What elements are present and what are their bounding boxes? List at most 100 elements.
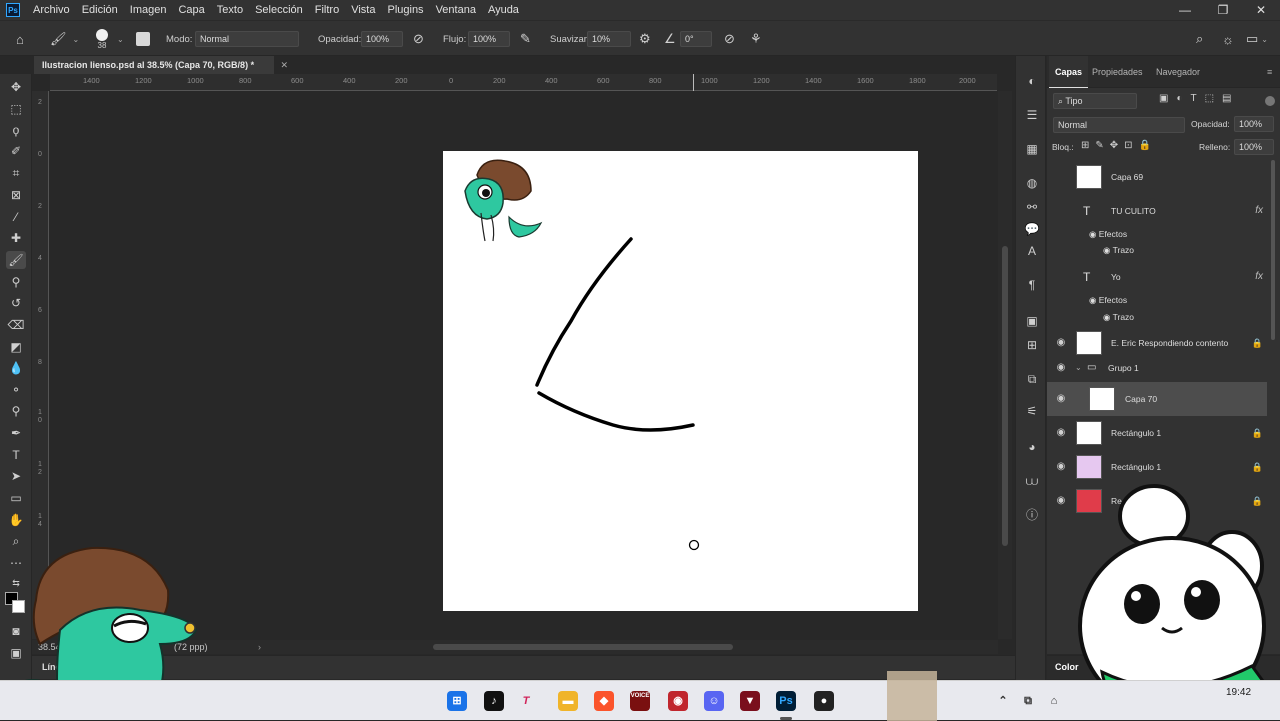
scrollbar-thumb[interactable]: [433, 644, 733, 650]
lightbulb-icon[interactable]: ☼: [1222, 32, 1234, 47]
paint-bucket-tool-icon[interactable]: ◩: [6, 338, 26, 356]
eye-icon[interactable]: ◉: [1089, 295, 1099, 305]
stamp-tool-icon[interactable]: ⚲: [6, 273, 26, 291]
channels-panel-icon[interactable]: ⚟: [1022, 402, 1042, 420]
rectangle-tool-icon[interactable]: ▭: [6, 489, 26, 507]
file-explorer-icon[interactable]: ▬: [558, 691, 578, 711]
chevron-down-icon[interactable]: ⌄: [117, 35, 124, 44]
pressure-size-icon[interactable]: ⊘: [724, 31, 735, 47]
gear-icon[interactable]: ⚙: [639, 31, 651, 47]
restore-button[interactable]: ❐: [1204, 0, 1242, 20]
airbrush-icon[interactable]: ✎: [520, 31, 531, 47]
minimize-button[interactable]: —: [1166, 0, 1204, 20]
panel-menu-icon[interactable]: ≡: [1267, 56, 1272, 88]
comments-panel-icon[interactable]: 💬: [1022, 220, 1042, 238]
crop-tool-icon[interactable]: ⌗: [6, 164, 26, 182]
effect-row[interactable]: ◉ Trazo: [1103, 312, 1134, 323]
tab-propiedades[interactable]: Propiedades: [1092, 56, 1143, 88]
path-select-tool-icon[interactable]: ➤: [6, 467, 26, 485]
scrollbar-thumb[interactable]: [1271, 160, 1275, 340]
photoshop-taskbar-icon[interactable]: Ps: [776, 691, 796, 711]
chevron-down-icon[interactable]: ⌄: [1075, 354, 1082, 382]
tiktok-icon[interactable]: ♪: [484, 691, 504, 711]
info-panel-icon[interactable]: ⓘ: [1022, 506, 1042, 524]
filter-toggle[interactable]: [1265, 96, 1275, 106]
healing-brush-tool-icon[interactable]: ✚: [6, 229, 26, 247]
menu-imagen[interactable]: Imagen: [124, 0, 173, 20]
eye-icon[interactable]: ◉: [1103, 245, 1113, 255]
scrollbar-thumb[interactable]: [1002, 246, 1008, 546]
document-tab[interactable]: Ilustracion lienso.psd al 38.5% (Capa 70…: [34, 56, 288, 74]
paragraph-panel-icon[interactable]: ¶: [1022, 276, 1042, 294]
dodge-tool-icon[interactable]: ⚬: [6, 381, 26, 399]
effects-row[interactable]: ◉ Efectos: [1089, 229, 1127, 240]
eye-icon[interactable]: ◉: [1103, 312, 1113, 322]
discord-icon[interactable]: ☺: [704, 691, 724, 711]
swatches-panel-icon[interactable]: ▣: [1022, 312, 1042, 330]
symmetry-icon[interactable]: ⚘: [750, 31, 762, 47]
menu-plugins[interactable]: Plugins: [381, 0, 429, 20]
eyedropper-tool-icon[interactable]: ⁄: [6, 208, 26, 226]
chevron-down-icon[interactable]: ⌄: [1261, 35, 1268, 44]
tab-capas[interactable]: Capas: [1049, 56, 1089, 88]
hand-tool-icon[interactable]: ✋: [6, 511, 26, 529]
horizontal-scrollbar[interactable]: [270, 640, 998, 654]
grid-panel-icon[interactable]: ▦: [1022, 140, 1042, 158]
eye-icon[interactable]: ◉: [1055, 382, 1067, 416]
brush-settings-toggle-icon[interactable]: [136, 32, 150, 46]
blur-tool-icon[interactable]: 💧: [6, 359, 26, 377]
paths-panel-icon[interactable]: ⚯: [1022, 198, 1042, 216]
close-tab-icon[interactable]: ✕: [280, 56, 288, 74]
obs-icon[interactable]: ●: [814, 691, 834, 711]
fill-input[interactable]: 100%: [1234, 139, 1274, 155]
layer-row[interactable]: T Yo fx: [1047, 260, 1267, 294]
brush-preset-icon[interactable]: 🖌: [50, 31, 67, 47]
history-brush-tool-icon[interactable]: ↺: [6, 294, 26, 312]
blend-mode-select[interactable]: Normal: [1053, 117, 1185, 133]
windows-start-icon[interactable]: ⊞: [447, 691, 467, 711]
opacity-input[interactable]: 100%: [361, 31, 403, 47]
flow-input[interactable]: 100%: [468, 31, 510, 47]
menu-vista[interactable]: Vista: [345, 0, 381, 20]
frame-tool-icon[interactable]: ⊠: [6, 186, 26, 204]
smoothing-input[interactable]: 10%: [587, 31, 631, 47]
valorant-icon[interactable]: ▼: [740, 691, 760, 711]
brushes-panel-icon[interactable]: ◕: [1022, 438, 1042, 456]
move-tool-icon[interactable]: ✥: [6, 78, 26, 96]
layer-effects-icon[interactable]: fx: [1255, 260, 1263, 294]
layer-opacity-input[interactable]: 100%: [1234, 116, 1274, 132]
layer-row[interactable]: Capa 69: [1047, 160, 1267, 194]
visibility-toggle[interactable]: [1055, 260, 1067, 294]
adjustments-panel-icon[interactable]: ☰: [1022, 106, 1042, 124]
effects-row[interactable]: ◉ Efectos: [1089, 295, 1127, 306]
history-panel-icon[interactable]: ⧉: [1022, 370, 1042, 388]
menu-ayuda[interactable]: Ayuda: [482, 0, 525, 20]
menu-seleccion[interactable]: Selección: [249, 0, 309, 20]
brave-browser-icon[interactable]: ◆: [594, 691, 614, 711]
vertical-scrollbar[interactable]: [998, 91, 1012, 639]
document-canvas[interactable]: [443, 151, 918, 611]
brush-tip-preview-icon[interactable]: [96, 28, 108, 41]
eye-icon[interactable]: ◉: [1055, 416, 1067, 450]
type-tool-icon[interactable]: T: [6, 446, 26, 464]
capture-app-icon[interactable]: ◉: [668, 691, 688, 711]
libraries-panel-icon[interactable]: ⊞: [1022, 336, 1042, 354]
tab-navegador[interactable]: Navegador: [1156, 56, 1200, 88]
zoom-dodge-icon[interactable]: ⚲: [6, 402, 26, 420]
close-window-button[interactable]: ✕: [1242, 0, 1280, 20]
layer-filter-select[interactable]: ⌕ Tipo: [1053, 93, 1137, 109]
layer-row-selected[interactable]: ◉ Capa 70: [1047, 382, 1267, 416]
eye-icon[interactable]: ◉: [1089, 229, 1099, 239]
color-panel-icon[interactable]: ◐: [1022, 72, 1042, 90]
character-panel-icon[interactable]: A: [1022, 242, 1042, 260]
menu-filtro[interactable]: Filtro: [309, 0, 345, 20]
pen-tool-icon[interactable]: ✒: [6, 424, 26, 442]
tray-app-icon[interactable]: ⧉: [1018, 691, 1038, 711]
visibility-toggle[interactable]: [1055, 194, 1067, 228]
voicemeeter-icon[interactable]: VOICE: [630, 691, 650, 711]
home-icon[interactable]: ⌂: [16, 32, 24, 47]
lock-icons[interactable]: ⊞✎✥⊡🔒: [1081, 140, 1157, 151]
layer-row[interactable]: T TU CULITO fx: [1047, 194, 1267, 228]
show-hidden-icons[interactable]: ⌃: [993, 691, 1013, 711]
layer-filter-icons[interactable]: ▣◐T⬚▤: [1159, 93, 1240, 104]
